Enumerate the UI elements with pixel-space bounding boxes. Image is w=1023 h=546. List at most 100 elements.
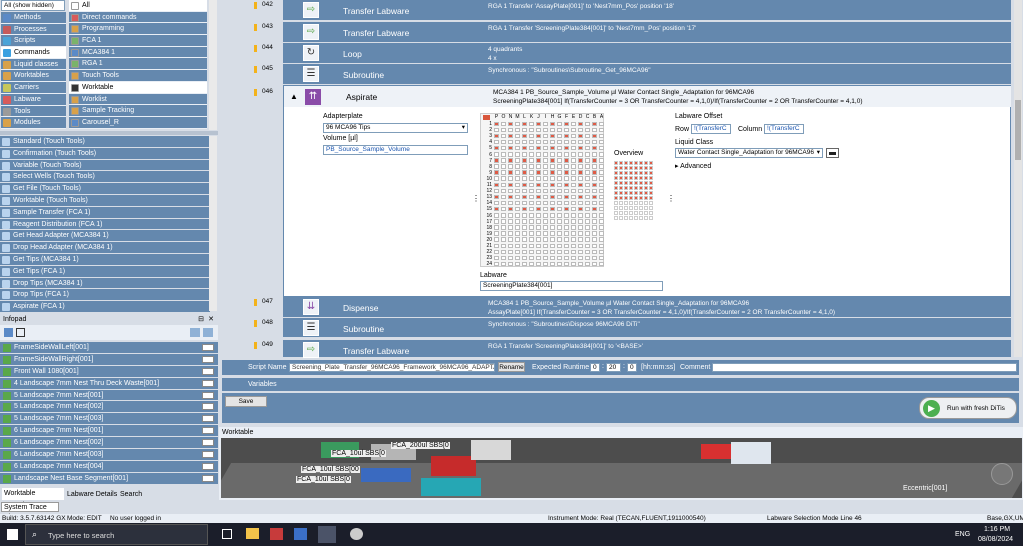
plate-well[interactable] bbox=[500, 152, 506, 157]
infopad-checkbox[interactable] bbox=[202, 355, 214, 363]
plate-well[interactable] bbox=[598, 164, 604, 169]
plate-well[interactable] bbox=[549, 261, 555, 267]
plate-well[interactable] bbox=[563, 188, 569, 194]
plate-well[interactable] bbox=[584, 219, 590, 224]
plate-well[interactable] bbox=[542, 194, 548, 200]
plate-well[interactable] bbox=[549, 170, 555, 175]
plate-well[interactable] bbox=[528, 237, 534, 242]
plate-well[interactable] bbox=[542, 170, 548, 175]
plate-well[interactable] bbox=[556, 249, 562, 255]
app-icon-2[interactable] bbox=[294, 528, 307, 540]
plate-well[interactable] bbox=[507, 225, 513, 230]
comment-field[interactable] bbox=[712, 363, 1017, 372]
plate-well[interactable] bbox=[570, 261, 576, 267]
plate-well[interactable] bbox=[493, 182, 499, 188]
plate-well[interactable] bbox=[507, 170, 513, 175]
plate-well[interactable] bbox=[535, 213, 541, 218]
tool-item[interactable]: Drop Head Adapter (MCA384 1) bbox=[0, 242, 210, 254]
plate-well[interactable] bbox=[556, 158, 562, 163]
plate-well[interactable] bbox=[542, 255, 548, 261]
plate-well[interactable] bbox=[521, 164, 527, 169]
plate-well[interactable] bbox=[563, 219, 569, 224]
plate-well[interactable] bbox=[549, 194, 555, 200]
run-button[interactable]: ▶ Run with fresh DiTis bbox=[919, 397, 1017, 419]
plate-well[interactable] bbox=[577, 188, 583, 194]
plate-well[interactable] bbox=[528, 127, 534, 133]
plate-well[interactable] bbox=[584, 249, 590, 255]
plate-well[interactable] bbox=[500, 127, 506, 133]
plate-well[interactable] bbox=[514, 164, 520, 169]
plate-well[interactable] bbox=[493, 133, 499, 139]
plate-well[interactable] bbox=[535, 249, 541, 255]
scrollbar-top[interactable] bbox=[209, 0, 217, 130]
plate-well[interactable] bbox=[570, 182, 576, 188]
tool-item[interactable]: Confirmation (Touch Tools) bbox=[0, 147, 210, 160]
plate-well[interactable] bbox=[563, 231, 569, 236]
tool-item[interactable]: Sample Transfer (FCA 1) bbox=[0, 206, 210, 219]
plate-well[interactable] bbox=[493, 121, 499, 127]
plate-well[interactable] bbox=[493, 225, 499, 230]
plate-well[interactable] bbox=[598, 237, 604, 242]
plate-well[interactable] bbox=[521, 176, 527, 181]
plate-well[interactable] bbox=[535, 121, 541, 127]
plate-well[interactable] bbox=[514, 188, 520, 194]
plate-well[interactable] bbox=[535, 206, 541, 212]
plate-well[interactable] bbox=[528, 176, 534, 181]
plate-well[interactable] bbox=[591, 152, 597, 157]
infopad-item[interactable]: 6 Landscape 7mm Nest[004] bbox=[0, 460, 218, 473]
plate-well[interactable] bbox=[507, 133, 513, 139]
plate-well[interactable] bbox=[563, 200, 569, 206]
plate-well[interactable] bbox=[556, 182, 562, 188]
plate-well[interactable] bbox=[542, 188, 548, 194]
plate-well[interactable] bbox=[598, 139, 604, 145]
script-name-field[interactable]: Screening_Plate_Transfer_96MCA96_Framewo… bbox=[289, 363, 495, 372]
plate-well[interactable] bbox=[591, 213, 597, 218]
plate-well[interactable] bbox=[556, 255, 562, 261]
plate-well[interactable] bbox=[577, 170, 583, 175]
plate-well[interactable] bbox=[556, 213, 562, 218]
script-step[interactable]: 047 ⇊ Dispense MCA384 1 PB_Source_Sample_Vo… bbox=[254, 297, 1011, 317]
plate-well[interactable] bbox=[577, 139, 583, 145]
plate-well[interactable] bbox=[528, 133, 534, 139]
labware-field[interactable]: ScreeningPlate384[001] bbox=[480, 281, 663, 291]
plate-well[interactable] bbox=[549, 145, 555, 151]
infopad-item[interactable]: 6 Landscape 7mm Nest[003] bbox=[0, 449, 218, 461]
plate-well[interactable] bbox=[549, 158, 555, 163]
plate-well[interactable] bbox=[528, 249, 534, 255]
plate-well[interactable] bbox=[570, 213, 576, 218]
tool-item[interactable]: Aspirate (FCA 1) bbox=[0, 301, 210, 313]
plate-well[interactable] bbox=[584, 152, 590, 157]
plate-well[interactable] bbox=[591, 219, 597, 224]
plate-well[interactable] bbox=[577, 158, 583, 163]
plate-well[interactable] bbox=[591, 145, 597, 151]
plate-well[interactable] bbox=[535, 255, 541, 261]
plate-well[interactable] bbox=[500, 200, 506, 206]
script-step[interactable]: 049 ⇨ Transfer Labware RGA 1 Transfer 'Scre… bbox=[254, 340, 1011, 358]
plate-well[interactable] bbox=[591, 200, 597, 206]
plate-well[interactable] bbox=[535, 176, 541, 181]
plate-well[interactable] bbox=[528, 145, 534, 151]
infopad-item[interactable]: 5 Landscape 7mm Nest[003] bbox=[0, 413, 218, 426]
plate-well[interactable] bbox=[598, 152, 604, 157]
infopad-checkbox[interactable] bbox=[202, 379, 214, 387]
subcategory-item[interactable]: Carousel_R bbox=[69, 116, 207, 129]
subcategory-item[interactable]: Direct commands bbox=[69, 11, 207, 24]
tool-item[interactable]: Get Tips (MCA384 1) bbox=[0, 253, 210, 266]
plate-well[interactable] bbox=[514, 261, 520, 267]
category-item[interactable]: Worktables bbox=[1, 70, 66, 83]
plate-well[interactable] bbox=[577, 231, 583, 236]
plate-well[interactable] bbox=[514, 255, 520, 261]
plate-well[interactable] bbox=[549, 188, 555, 194]
plate-well[interactable] bbox=[563, 182, 569, 188]
plate-well[interactable] bbox=[528, 261, 534, 267]
plate-well[interactable] bbox=[507, 243, 513, 249]
plate-well[interactable] bbox=[500, 176, 506, 181]
plate-well[interactable] bbox=[493, 164, 499, 169]
plate-well[interactable] bbox=[521, 188, 527, 194]
category-item[interactable]: Carriers bbox=[1, 82, 66, 94]
plate-well[interactable] bbox=[514, 152, 520, 157]
script-step[interactable]: 048 ☰ Subroutine Synchronous : "Subroutines… bbox=[254, 318, 1011, 337]
plate-well[interactable] bbox=[570, 121, 576, 127]
plate-well[interactable] bbox=[570, 170, 576, 175]
plate-well[interactable] bbox=[514, 219, 520, 224]
